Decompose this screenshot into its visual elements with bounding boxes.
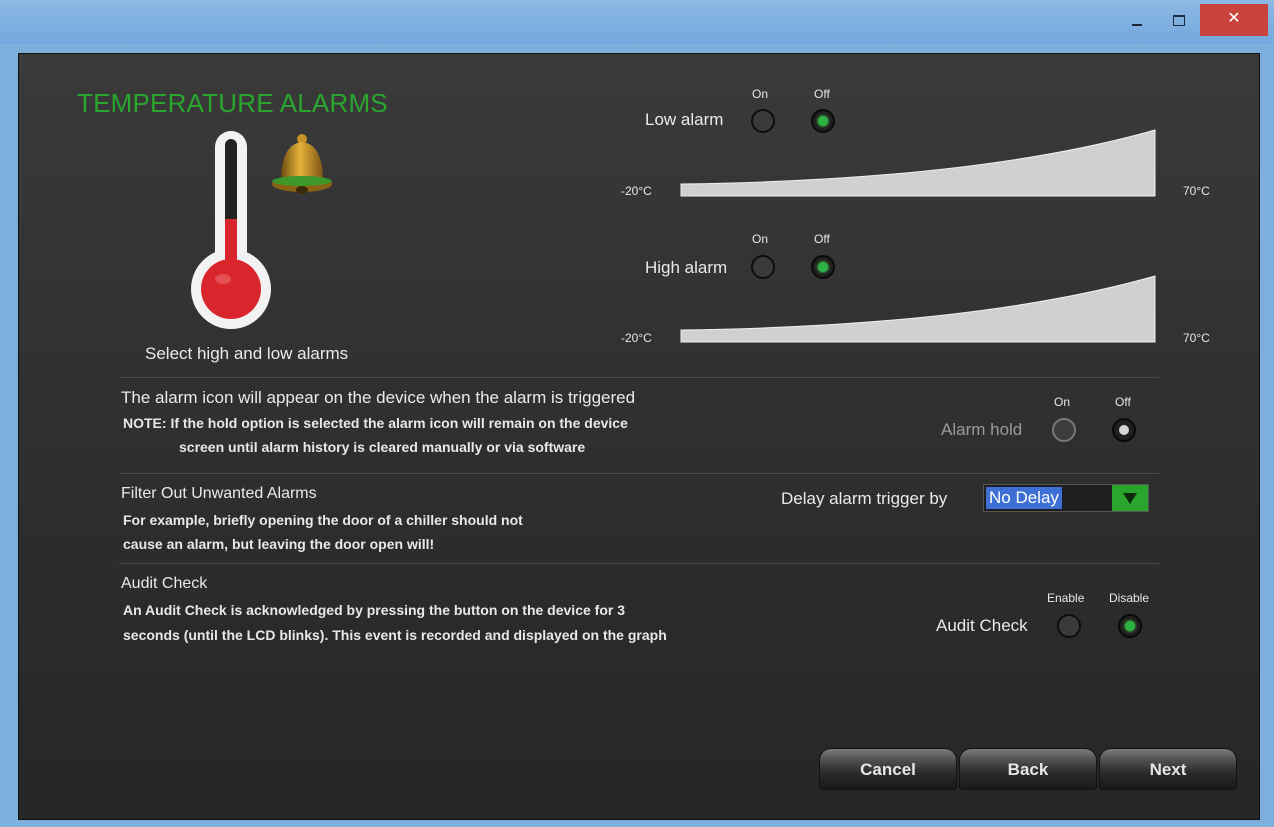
minimize-icon xyxy=(1132,24,1142,27)
alarm-hold-note-line2: screen until alarm history is cleared ma… xyxy=(179,439,586,455)
window-titlebar: ✕ xyxy=(0,0,1274,44)
page-title: TEMPERATURE ALARMS xyxy=(77,88,388,118)
high-alarm-max-label: 70°C xyxy=(1183,331,1210,345)
audit-desc-line1: An Audit Check is acknowledged by pressi… xyxy=(123,602,625,618)
select-alarms-caption: Select high and low alarms xyxy=(145,344,349,363)
bell-icon xyxy=(272,134,332,194)
audit-check-label: Audit Check xyxy=(936,616,1028,635)
filter-desc-line2: cause an alarm, but leaving the door ope… xyxy=(123,536,435,552)
divider xyxy=(119,563,1159,564)
delay-alarm-select[interactable]: No Delay xyxy=(983,484,1149,512)
low-alarm-off-label: Off xyxy=(814,87,830,101)
alarm-hold-note-line1: NOTE: If the hold option is selected the… xyxy=(123,415,628,431)
high-alarm-on-label: On xyxy=(752,232,769,246)
thermometer-icon xyxy=(191,131,271,329)
high-alarm-off-label: Off xyxy=(814,232,830,246)
audit-desc-line2: seconds (until the LCD blinks). This eve… xyxy=(123,627,667,643)
divider xyxy=(119,473,1159,474)
maximize-button[interactable] xyxy=(1160,4,1198,36)
high-alarm-slider[interactable] xyxy=(679,274,1159,344)
low-alarm-min-label: -20°C xyxy=(621,184,652,198)
low-alarm-on-label: On xyxy=(752,87,769,101)
low-alarm-slider[interactable] xyxy=(679,128,1159,198)
alarm-hold-on-radio[interactable] xyxy=(1052,418,1076,442)
alarm-hold-label: Alarm hold xyxy=(941,420,1023,439)
close-button[interactable]: ✕ xyxy=(1200,4,1268,36)
alarm-hold-heading: The alarm icon will appear on the device… xyxy=(121,388,636,407)
dropdown-arrow-icon[interactable] xyxy=(1112,485,1148,511)
audit-enable-radio[interactable] xyxy=(1057,614,1081,638)
minimize-button[interactable] xyxy=(1118,4,1156,36)
filter-heading: Filter Out Unwanted Alarms xyxy=(121,485,317,502)
audit-disable-radio[interactable] xyxy=(1118,614,1142,638)
low-alarm-max-label: 70°C xyxy=(1183,184,1210,198)
alarm-hold-on-label: On xyxy=(1054,395,1071,409)
next-button[interactable]: Next xyxy=(1099,748,1237,790)
audit-disable-label: Disable xyxy=(1109,591,1150,605)
back-button[interactable]: Back xyxy=(959,748,1097,790)
low-alarm-label: Low alarm xyxy=(645,110,724,129)
divider xyxy=(119,377,1159,378)
filter-desc-line1: For example, briefly opening the door of… xyxy=(123,512,523,528)
alarm-hold-off-radio[interactable] xyxy=(1112,418,1136,442)
cancel-button[interactable]: Cancel xyxy=(819,748,957,790)
wizard-panel: TEMPERATURE ALARMS Select high and low a… xyxy=(18,53,1260,820)
high-alarm-min-label: -20°C xyxy=(621,331,652,345)
alarm-hold-off-label: Off xyxy=(1115,395,1131,409)
maximize-icon xyxy=(1173,14,1185,26)
audit-heading: Audit Check xyxy=(121,575,208,592)
delay-alarm-label: Delay alarm trigger by xyxy=(781,489,948,508)
delay-alarm-value: No Delay xyxy=(986,487,1062,509)
audit-enable-label: Enable xyxy=(1047,591,1085,605)
